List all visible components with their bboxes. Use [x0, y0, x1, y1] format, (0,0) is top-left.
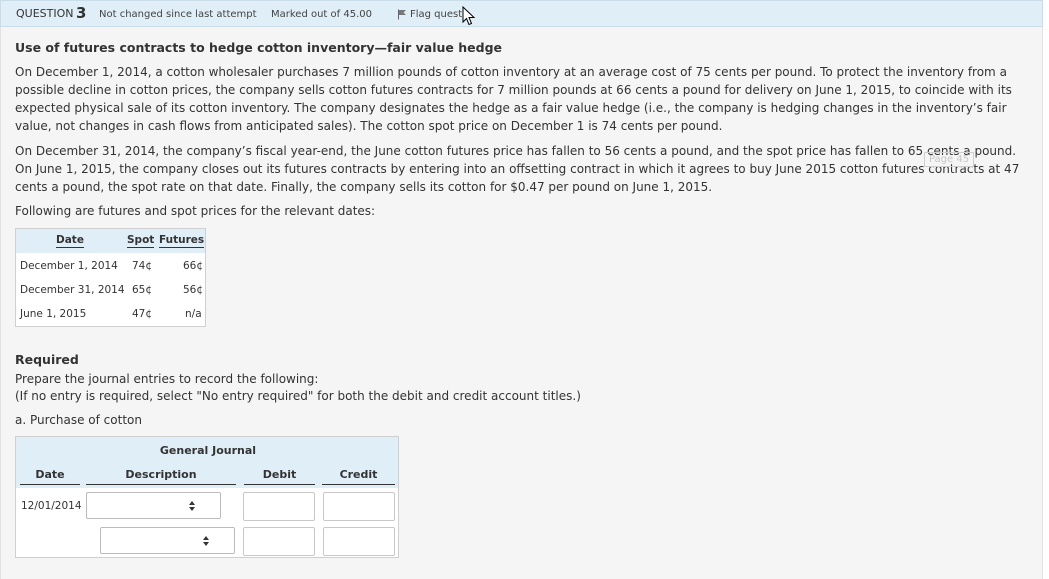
credit-amount-input-1[interactable] [323, 492, 395, 521]
table-row-spot: 47¢ [132, 308, 153, 320]
credit-amount-input-2[interactable] [323, 527, 395, 556]
general-journal: General Journal Date Description Debit C… [15, 436, 399, 558]
journal-col-date: Date [20, 468, 80, 485]
journal-col-debit: Debit [244, 468, 315, 485]
journal-col-credit: Credit [322, 468, 395, 485]
page-watermark: Page 45 [924, 152, 974, 167]
table-row-date: December 1, 2014 [20, 260, 118, 272]
journal-row-date: 12/01/2014 [21, 500, 82, 512]
col-header-date: Date [56, 234, 84, 248]
part-a-label: a. Purchase of cotton [15, 413, 142, 427]
question-paragraph-1: On December 1, 2014, a cotton wholesaler… [15, 65, 1012, 133]
required-instruction: Prepare the journal entries to record th… [15, 372, 319, 386]
question-number: 3 [76, 4, 87, 22]
required-heading: Required [15, 352, 79, 367]
table-row-date: June 1, 2015 [20, 308, 87, 320]
journal-col-description: Description [86, 468, 236, 485]
question-paragraph-2: On December 31, 2014, the company’s fisc… [15, 144, 1020, 194]
table-row-date: December 31, 2014 [20, 284, 125, 296]
table-row-futures: 66¢ [183, 260, 204, 272]
flag-question-button[interactable]: Flag questi [397, 7, 465, 21]
debit-amount-input-1[interactable] [243, 492, 315, 521]
price-table: Date Spot Futures December 1, 2014 74¢ 6… [15, 228, 206, 327]
select-arrows-icon [189, 501, 195, 511]
question-status: Not changed since last attempt [99, 9, 257, 20]
select-arrows-icon [203, 536, 209, 546]
question-title: Use of futures contracts to hedge cotton… [15, 40, 502, 55]
question-paragraph-3: Following are futures and spot prices fo… [15, 204, 376, 218]
flag-icon [398, 9, 406, 19]
flag-question-label: Flag questi [410, 8, 465, 20]
credit-account-select[interactable] [100, 527, 235, 554]
col-header-futures: Futures [159, 234, 205, 248]
debit-amount-input-2[interactable] [243, 527, 315, 556]
table-row-futures: n/a [185, 308, 202, 320]
journal-title: General Journal [159, 444, 257, 457]
debit-account-select[interactable] [86, 492, 221, 519]
required-note: (If no entry is required, select "No ent… [15, 389, 581, 403]
table-row-futures: 56¢ [183, 284, 204, 296]
table-row-spot: 74¢ [132, 260, 153, 272]
mouse-pointer-icon [462, 6, 476, 26]
question-label: QUESTION [16, 7, 74, 20]
question-header-bar: QUESTION 3 Not changed since last attemp… [0, 0, 1043, 27]
question-marks: Marked out of 45.00 [271, 9, 372, 20]
col-header-spot: Spot [127, 234, 155, 248]
table-row-spot: 65¢ [132, 284, 153, 296]
